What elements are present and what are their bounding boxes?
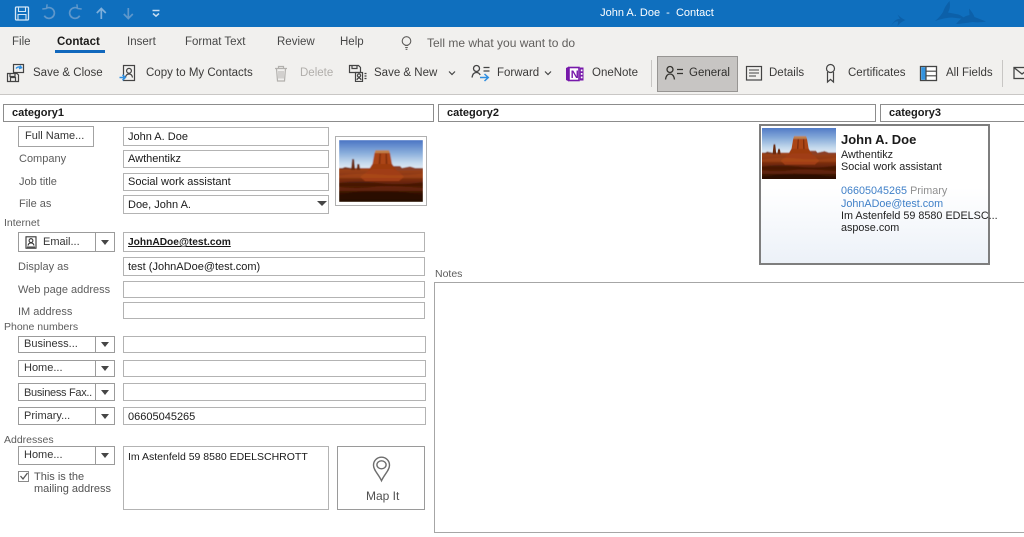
svg-text:N: N bbox=[571, 69, 579, 81]
